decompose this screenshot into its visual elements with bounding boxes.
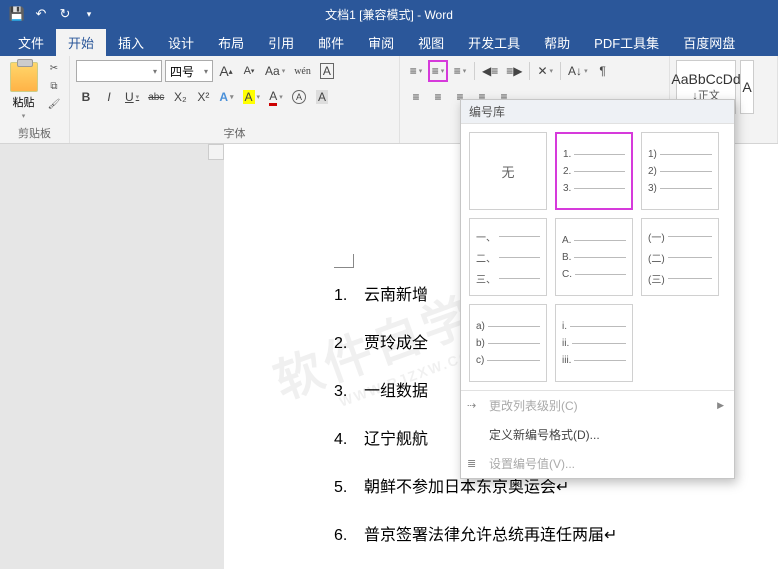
strikethrough-button[interactable]: abc bbox=[145, 86, 167, 108]
multilevel-button[interactable]: ≡ bbox=[450, 60, 470, 82]
highlight-button[interactable]: A bbox=[240, 86, 264, 108]
grow-font-button[interactable]: A▴ bbox=[216, 60, 236, 82]
qat-customize-icon[interactable]: ▾ bbox=[78, 3, 100, 25]
ruler-corner bbox=[208, 144, 224, 160]
increase-indent-button[interactable]: ≡▶ bbox=[503, 60, 525, 82]
superscript-button[interactable]: X² bbox=[193, 86, 213, 108]
asian-layout-button[interactable]: ✕ bbox=[534, 60, 556, 82]
bold-button[interactable]: B bbox=[76, 86, 96, 108]
phonetic-guide-button[interactable]: wén bbox=[291, 60, 314, 82]
tab-file[interactable]: 文件 bbox=[6, 29, 56, 56]
enclose-char-button[interactable]: A bbox=[312, 86, 332, 108]
text-effects-button[interactable]: A bbox=[216, 86, 236, 108]
tab-view[interactable]: 视图 bbox=[406, 29, 456, 56]
numbering-arabic-paren[interactable]: 1) 2) 3) bbox=[641, 132, 719, 210]
ribbon-tabs: 文件 开始 插入 设计 布局 引用 邮件 审阅 视图 开发工具 帮助 PDF工具… bbox=[0, 28, 778, 56]
tab-design[interactable]: 设计 bbox=[156, 29, 206, 56]
sort-button[interactable]: A↓ bbox=[565, 60, 591, 82]
gallery-header: 编号库 bbox=[461, 100, 734, 124]
list-item[interactable]: 6.普京签署法律允许总统再连任两届↵ bbox=[334, 521, 748, 545]
tab-insert[interactable]: 插入 bbox=[106, 29, 156, 56]
paste-button[interactable]: 粘贴 ▾ bbox=[6, 60, 41, 122]
align-left-button[interactable]: ≡ bbox=[406, 86, 426, 108]
decrease-indent-button[interactable]: ◀≡ bbox=[479, 60, 501, 82]
save-icon[interactable]: 💾 bbox=[6, 3, 28, 25]
undo-icon[interactable]: ↶ bbox=[30, 3, 52, 25]
tab-pdftools[interactable]: PDF工具集 bbox=[582, 29, 671, 56]
set-numbering-value: ≣ 设置编号值(V)... bbox=[461, 449, 734, 478]
font-size-combo[interactable]: 四号▾ bbox=[165, 60, 213, 82]
numbering-upper-alpha[interactable]: A. B. C. bbox=[555, 218, 633, 296]
tab-home[interactable]: 开始 bbox=[56, 29, 106, 56]
paste-icon bbox=[10, 62, 38, 92]
show-marks-button[interactable]: ¶ bbox=[593, 60, 613, 82]
shrink-font-button[interactable]: A▾ bbox=[239, 60, 259, 82]
subscript-button[interactable]: X₂ bbox=[170, 86, 190, 108]
font-name-combo[interactable]: ▾ bbox=[76, 60, 162, 82]
char-border-button[interactable]: A bbox=[317, 60, 337, 82]
tab-developer[interactable]: 开发工具 bbox=[456, 29, 532, 56]
tab-layout[interactable]: 布局 bbox=[206, 29, 256, 56]
numbering-roman-lower[interactable]: i. ii. iii. bbox=[555, 304, 633, 382]
numbering-button[interactable]: ≡ bbox=[428, 60, 448, 82]
redo-icon[interactable]: ↻ bbox=[54, 3, 76, 25]
font-group-label: 字体 bbox=[76, 123, 393, 141]
window-title: 文档1 [兼容模式] - Word bbox=[325, 6, 453, 23]
tab-baidu[interactable]: 百度网盘 bbox=[671, 29, 747, 56]
char-shading-button[interactable]: A bbox=[289, 86, 309, 108]
numbering-cjk-enum[interactable]: 一、 二、 三、 bbox=[469, 218, 547, 296]
font-color-button[interactable]: A bbox=[266, 86, 286, 108]
set-value-icon: ≣ bbox=[467, 457, 476, 470]
insertion-cursor bbox=[334, 254, 354, 268]
list-level-icon: ⇢ bbox=[467, 399, 476, 412]
underline-button[interactable]: U bbox=[122, 86, 142, 108]
tab-mailings[interactable]: 邮件 bbox=[306, 29, 356, 56]
italic-button[interactable]: I bbox=[99, 86, 119, 108]
bullets-button[interactable]: ≡ bbox=[406, 60, 426, 82]
clipboard-group-label: 剪贴板 bbox=[6, 123, 63, 141]
align-center-button[interactable]: ≡ bbox=[428, 86, 448, 108]
tab-help[interactable]: 帮助 bbox=[532, 29, 582, 56]
cut-icon[interactable]: ✂ bbox=[45, 60, 63, 76]
numbering-gallery: 编号库 无 1. 2. 3. 1) 2) 3) 一、 二、 三、 A. B. C… bbox=[460, 99, 735, 479]
change-list-level: ⇢ 更改列表级别(C) ▶ bbox=[461, 391, 734, 420]
tab-references[interactable]: 引用 bbox=[256, 29, 306, 56]
numbering-none[interactable]: 无 bbox=[469, 132, 547, 210]
numbering-cjk-paren[interactable]: (一) (二) (三) bbox=[641, 218, 719, 296]
style-next[interactable]: A bbox=[740, 60, 754, 114]
format-painter-icon[interactable]: 🖌 bbox=[45, 96, 63, 112]
copy-icon[interactable]: ⧉ bbox=[45, 78, 63, 94]
change-case-button[interactable]: Aa bbox=[262, 60, 288, 82]
define-new-number-format[interactable]: 定义新编号格式(D)... bbox=[461, 420, 734, 449]
numbering-arabic-dot[interactable]: 1. 2. 3. bbox=[555, 132, 633, 210]
tab-review[interactable]: 审阅 bbox=[356, 29, 406, 56]
numbering-lower-alpha-paren[interactable]: a) b) c) bbox=[469, 304, 547, 382]
